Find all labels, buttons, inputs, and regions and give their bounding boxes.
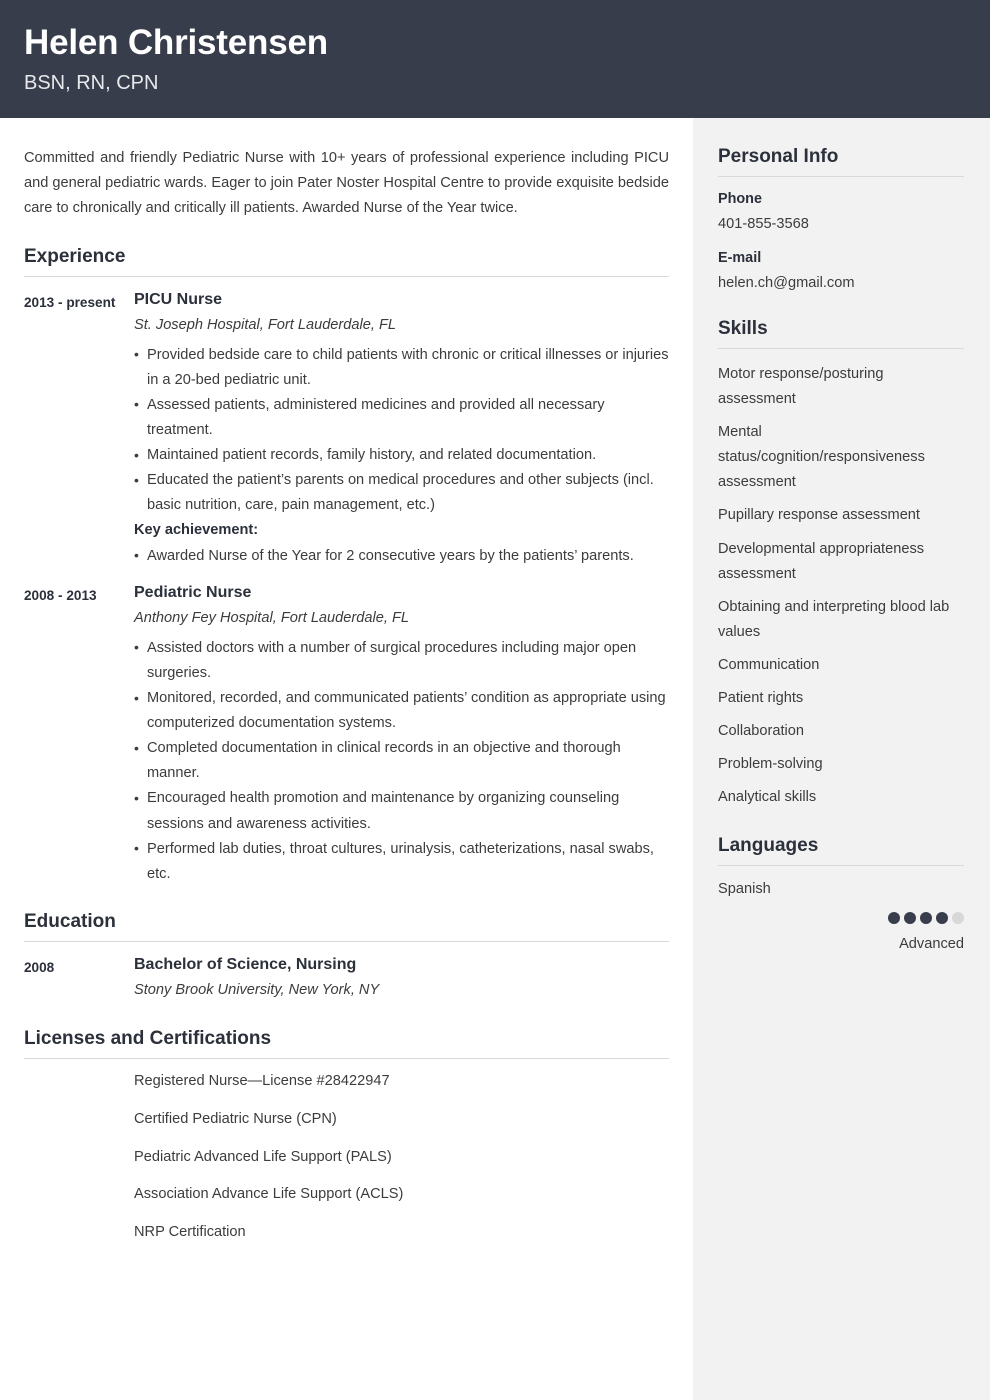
- resume-page: Helen Christensen BSN, RN, CPN Committed…: [0, 0, 990, 1400]
- proficiency-dot-filled: [936, 911, 948, 924]
- proficiency-dot-filled: [904, 911, 916, 924]
- responsibility-list: Assisted doctors with a number of surgic…: [134, 635, 669, 887]
- language-rating: [718, 909, 964, 927]
- phone-value[interactable]: 401-855-3568: [718, 215, 964, 234]
- list-item: Association Advance Life Support (ACLS): [134, 1186, 404, 1203]
- entry-date: 2008 - 2013: [24, 587, 97, 603]
- experience-entry: 2013 - present PICU Nurse St. Joseph Hos…: [24, 289, 669, 569]
- achievement-list: Awarded Nurse of the Year for 2 consecut…: [134, 543, 669, 569]
- section-divider: [24, 1057, 669, 1059]
- experience-entry: 2008 - 2013 Pediatric Nurse Anthony Fey …: [24, 582, 669, 887]
- list-item: Communication: [718, 656, 820, 673]
- proficiency-dot-empty: [952, 911, 964, 924]
- list-item: NRP Certification: [134, 1224, 246, 1241]
- list-item: Maintained patient records, family histo…: [134, 443, 669, 468]
- list-item: Mental status/cognition/responsiveness a…: [718, 424, 925, 491]
- entry-date: 2013 - present: [24, 294, 116, 310]
- responsibility-list: Provided bedside care to child patients …: [134, 342, 669, 519]
- page-title: Helen Christensen: [24, 23, 328, 62]
- list-item: Patient rights: [718, 690, 804, 706]
- list-item: Motor response/posturing assessment: [718, 365, 884, 408]
- list-item: Developmental appropriateness assessment: [718, 540, 925, 582]
- proficiency-dot-filled: [920, 911, 932, 924]
- resume-body: Committed and friendly Pediatric Nurse w…: [0, 118, 990, 1400]
- sidebar-heading-skills: Skills: [718, 318, 768, 340]
- summary-paragraph: Committed and friendly Pediatric Nurse w…: [24, 150, 669, 217]
- section-divider: [24, 275, 669, 277]
- list-item: Educated the patient’s parents on medica…: [134, 468, 669, 518]
- school-name: Stony Brook University, New York, NY: [134, 982, 380, 999]
- employer-name: Anthony Fey Hospital, Fort Lauderdale, F…: [134, 610, 409, 627]
- entry-body: Pediatric Nurse Anthony Fey Hospital, Fo…: [134, 582, 669, 887]
- entry-body: Bachelor of Science, Nursing Stony Brook…: [134, 954, 669, 1008]
- sidebar-divider: [718, 865, 964, 867]
- list-item: Awarded Nurse of the Year for 2 consecut…: [134, 543, 669, 569]
- phone-label: Phone: [718, 190, 762, 207]
- list-item: Problem-solving: [718, 756, 823, 773]
- employer-name: St. Joseph Hospital, Fort Lauderdale, FL: [134, 317, 397, 334]
- list-item: Certified Pediatric Nurse (CPN): [134, 1110, 337, 1127]
- skills-list: Motor response/posturing assessment Ment…: [718, 362, 964, 810]
- email-value[interactable]: helen.ch@gmail.com: [718, 274, 964, 293]
- experience-list: 2013 - present PICU Nurse St. Joseph Hos…: [24, 289, 669, 887]
- list-item: Encouraged health promotion and maintena…: [134, 786, 669, 836]
- education-entry: 2008 Bachelor of Science, Nursing Stony …: [24, 954, 669, 1008]
- list-item: Completed documentation in clinical reco…: [134, 736, 669, 786]
- main-column: Committed and friendly Pediatric Nurse w…: [0, 118, 693, 1400]
- degree-title: Bachelor of Science, Nursing: [134, 955, 357, 973]
- sidebar-divider: [718, 175, 964, 177]
- sidebar: Personal Info Phone 401-855-3568 E-mail …: [693, 118, 990, 1400]
- key-achievement-label: Key achievement:: [134, 522, 259, 539]
- section-heading-education: Education: [24, 910, 116, 932]
- entry-body: PICU Nurse St. Joseph Hospital, Fort Lau…: [134, 289, 669, 569]
- language-name: Spanish: [718, 881, 771, 898]
- job-title: PICU Nurse: [134, 290, 223, 308]
- entry-date: 2008: [24, 959, 55, 975]
- list-item: Collaboration: [718, 723, 804, 740]
- section-divider: [24, 940, 669, 942]
- list-item: Analytical skills: [718, 789, 817, 806]
- section-heading-licenses: Licenses and Certifications: [24, 1027, 272, 1049]
- list-item: Assessed patients, administered medicine…: [134, 392, 669, 443]
- email-label: E-mail: [718, 250, 762, 267]
- licenses-list: Registered Nurse—License #28422947 Certi…: [24, 1071, 669, 1244]
- proficiency-dots: [884, 911, 964, 924]
- list-item: Obtaining and interpreting blood lab val…: [718, 598, 950, 640]
- list-item: Performed lab duties, throat cultures, u…: [134, 836, 669, 887]
- list-item: Assisted doctors with a number of surgic…: [134, 635, 669, 686]
- sidebar-heading-personal-info: Personal Info: [718, 146, 839, 167]
- header-credentials: BSN, RN, CPN: [24, 72, 159, 95]
- proficiency-dot-filled: [888, 911, 900, 924]
- list-item: Pupillary response assessment: [718, 507, 920, 524]
- job-title: Pediatric Nurse: [134, 583, 252, 601]
- sidebar-divider: [718, 347, 964, 349]
- section-heading-experience: Experience: [24, 245, 126, 267]
- language-entry: Spanish Advanced: [718, 879, 964, 956]
- resume-header: Helen Christensen BSN, RN, CPN: [0, 0, 990, 118]
- list-item: Monitored, recorded, and communicated pa…: [134, 686, 669, 736]
- language-level: Advanced: [899, 936, 964, 953]
- list-item: Provided bedside care to child patients …: [134, 342, 669, 393]
- list-item: Registered Nurse—License #28422947: [134, 1072, 390, 1089]
- list-item: Pediatric Advanced Life Support (PALS): [134, 1148, 392, 1165]
- sidebar-heading-languages: Languages: [718, 835, 819, 857]
